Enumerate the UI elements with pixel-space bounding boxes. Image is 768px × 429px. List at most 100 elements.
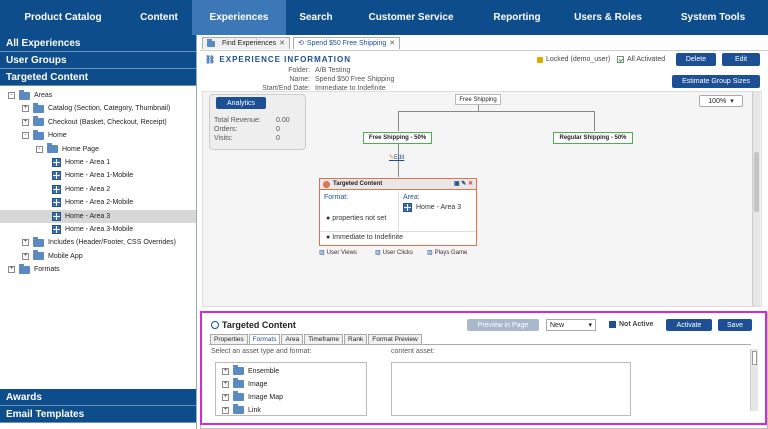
nav-product-catalog[interactable]: Product Catalog (0, 0, 126, 35)
branch-regular-shipping[interactable]: Regular Shipping - 50% (553, 132, 633, 144)
nav-users-roles[interactable]: Users & Roles (558, 0, 658, 35)
asset-type-item[interactable]: + Link (222, 404, 261, 414)
expand-icon[interactable]: + (222, 380, 229, 388)
folder-icon (233, 378, 244, 388)
canvas-scrollbar[interactable] (752, 92, 760, 306)
tree-item-label: Home (48, 132, 67, 140)
status-select[interactable]: New ▾ (546, 319, 596, 331)
nav-reporting[interactable]: Reporting (476, 0, 558, 35)
node-icon (323, 181, 330, 188)
preview-in-page-button[interactable]: Preview in Page (467, 319, 539, 331)
root-node[interactable]: Free Shipping (455, 94, 501, 105)
page-icon (52, 225, 61, 234)
tree-item[interactable]: Home - Area 2 (52, 183, 110, 196)
tree-item[interactable]: + Mobile App (22, 250, 83, 263)
nav-customer-service[interactable]: Customer Service (346, 0, 476, 35)
estimate-group-sizes-button[interactable]: Estimate Group Sizes (672, 75, 760, 88)
tree-item[interactable]: Home - Area 1-Mobile (52, 169, 133, 182)
expand-icon[interactable]: + (222, 406, 229, 414)
tree-item-label: Home - Area 1-Mobile (65, 172, 134, 180)
expand-icon[interactable]: + (22, 239, 29, 247)
tree-item[interactable]: - Areas (8, 89, 52, 102)
folder-icon (19, 263, 30, 274)
tree-item[interactable]: + Formats (8, 263, 60, 276)
connector-line (478, 105, 479, 111)
page-icon (52, 158, 61, 167)
user-clicks-text: User Clicks (382, 249, 414, 256)
save-button[interactable]: Save (718, 319, 752, 331)
close-icon[interactable]: ✕ (279, 38, 285, 49)
folder-icon (33, 129, 44, 140)
edit-link[interactable]: ✎Edit (389, 154, 404, 161)
visits-value: 0 (276, 135, 280, 142)
expand-icon[interactable]: + (8, 266, 15, 274)
zoom-select[interactable]: 100% ▾ (699, 95, 743, 107)
tree-item[interactable]: + Catalog (Section, Category, Thumbnail) (22, 102, 170, 115)
all-activated-text: All Activated (627, 56, 666, 63)
subtab-rank[interactable]: Rank (344, 334, 368, 344)
asset-type-label: Image Map (248, 393, 284, 401)
top-nav: Product Catalog Content Experiences Sear… (0, 0, 768, 35)
tree-item-label: Home - Area 2-Mobile (65, 199, 134, 207)
collapse-icon[interactable]: - (36, 145, 43, 153)
edit-button[interactable]: Edit (722, 53, 760, 66)
section-all-experiences[interactable]: All Experiences (0, 35, 196, 52)
page-icon (52, 211, 61, 221)
tree-item[interactable]: + Checkout (Basket, Checkout, Receipt) (22, 116, 167, 129)
expand-icon[interactable]: + (222, 367, 229, 375)
panel-scrollbar[interactable] (750, 349, 758, 411)
tree-item[interactable]: - Home Page (36, 143, 99, 156)
asset-type-item[interactable]: + Image (222, 378, 267, 388)
delete-button[interactable]: Delete (676, 53, 716, 66)
tab-spend-50-free-shipping[interactable]: ⟲ Spend $50 Free Shipping ✕ (292, 37, 401, 49)
schedule-line: ● Immediate to Indefinite (326, 234, 404, 241)
section-awards[interactable]: Awards (0, 389, 196, 406)
expand-icon[interactable]: + (22, 252, 29, 260)
user-clicks-button[interactable]: ▥ User Clicks (375, 249, 414, 257)
collapse-icon[interactable]: - (8, 92, 15, 99)
collapse-icon[interactable]: - (22, 132, 29, 140)
analytics-button[interactable]: Analytics (216, 97, 266, 109)
asset-type-item[interactable]: + Ensemble (222, 365, 279, 375)
tree-item[interactable]: Home - Area 1 (52, 156, 110, 169)
scroll-thumb[interactable] (754, 152, 759, 212)
nav-content[interactable]: Content (126, 0, 192, 35)
tree-item[interactable]: - Home (22, 129, 67, 142)
area-value-line: Home - Area 3 (403, 203, 461, 212)
expand-icon[interactable]: + (22, 118, 29, 126)
section-user-groups[interactable]: User Groups (0, 52, 196, 69)
locked-status: Locked (demo_user) (537, 56, 610, 63)
tree-item-label: Mobile App (48, 252, 83, 260)
tab-find-experiences[interactable]: Find Experiences ✕ (202, 37, 290, 49)
folder-icon (233, 391, 244, 401)
tree-item[interactable]: Home - Area 2-Mobile (52, 196, 133, 209)
nav-system-tools[interactable]: System Tools (658, 0, 768, 35)
close-icon[interactable]: ✕ (389, 38, 395, 49)
asset-type-list[interactable]: + Ensemble + Image + Image Map + Link (215, 362, 367, 416)
section-email-templates[interactable]: Email Templates (0, 406, 196, 423)
nav-experiences[interactable]: Experiences (192, 0, 286, 35)
nav-search[interactable]: Search (286, 0, 346, 35)
subtab-formats[interactable]: Formats (248, 334, 281, 344)
subtab-area[interactable]: Area (281, 334, 304, 344)
expand-icon[interactable]: + (22, 105, 29, 113)
user-views-button[interactable]: ▥ User Views (319, 249, 357, 257)
expand-icon[interactable]: + (222, 393, 229, 401)
tree-item[interactable]: + Includes (Header/Footer, CSS Overrides) (22, 236, 176, 249)
branch-free-shipping[interactable]: Free Shipping - 50% (363, 132, 432, 144)
section-targeted-content[interactable]: Targeted Content (0, 69, 196, 86)
subtab-properties[interactable]: Properties (210, 334, 248, 344)
subtab-format-preview[interactable]: Format Preview (368, 334, 422, 344)
scroll-thumb[interactable] (752, 351, 757, 365)
folder-icon (33, 116, 44, 127)
experience-canvas[interactable]: Analytics Total Revenue: 0.00 Orders: 0 … (202, 91, 762, 307)
tree-item[interactable]: Home - Area 3 (0, 209, 196, 223)
activate-button[interactable]: Activate (666, 319, 712, 331)
subtab-timeframe[interactable]: Timeframe (304, 334, 344, 344)
content-asset-box[interactable] (391, 362, 631, 416)
tree-item[interactable]: Home - Area 3-Mobile (52, 223, 133, 236)
targeted-content-node[interactable]: Targeted Content ▣ ✎ ✕ Format: ● propert… (319, 178, 477, 246)
plays-game-button[interactable]: ▥ Plays Game (427, 249, 467, 257)
asset-type-item[interactable]: + Image Map (222, 391, 284, 401)
node-actions-icon[interactable]: ▣ ✎ ✕ (454, 179, 473, 190)
